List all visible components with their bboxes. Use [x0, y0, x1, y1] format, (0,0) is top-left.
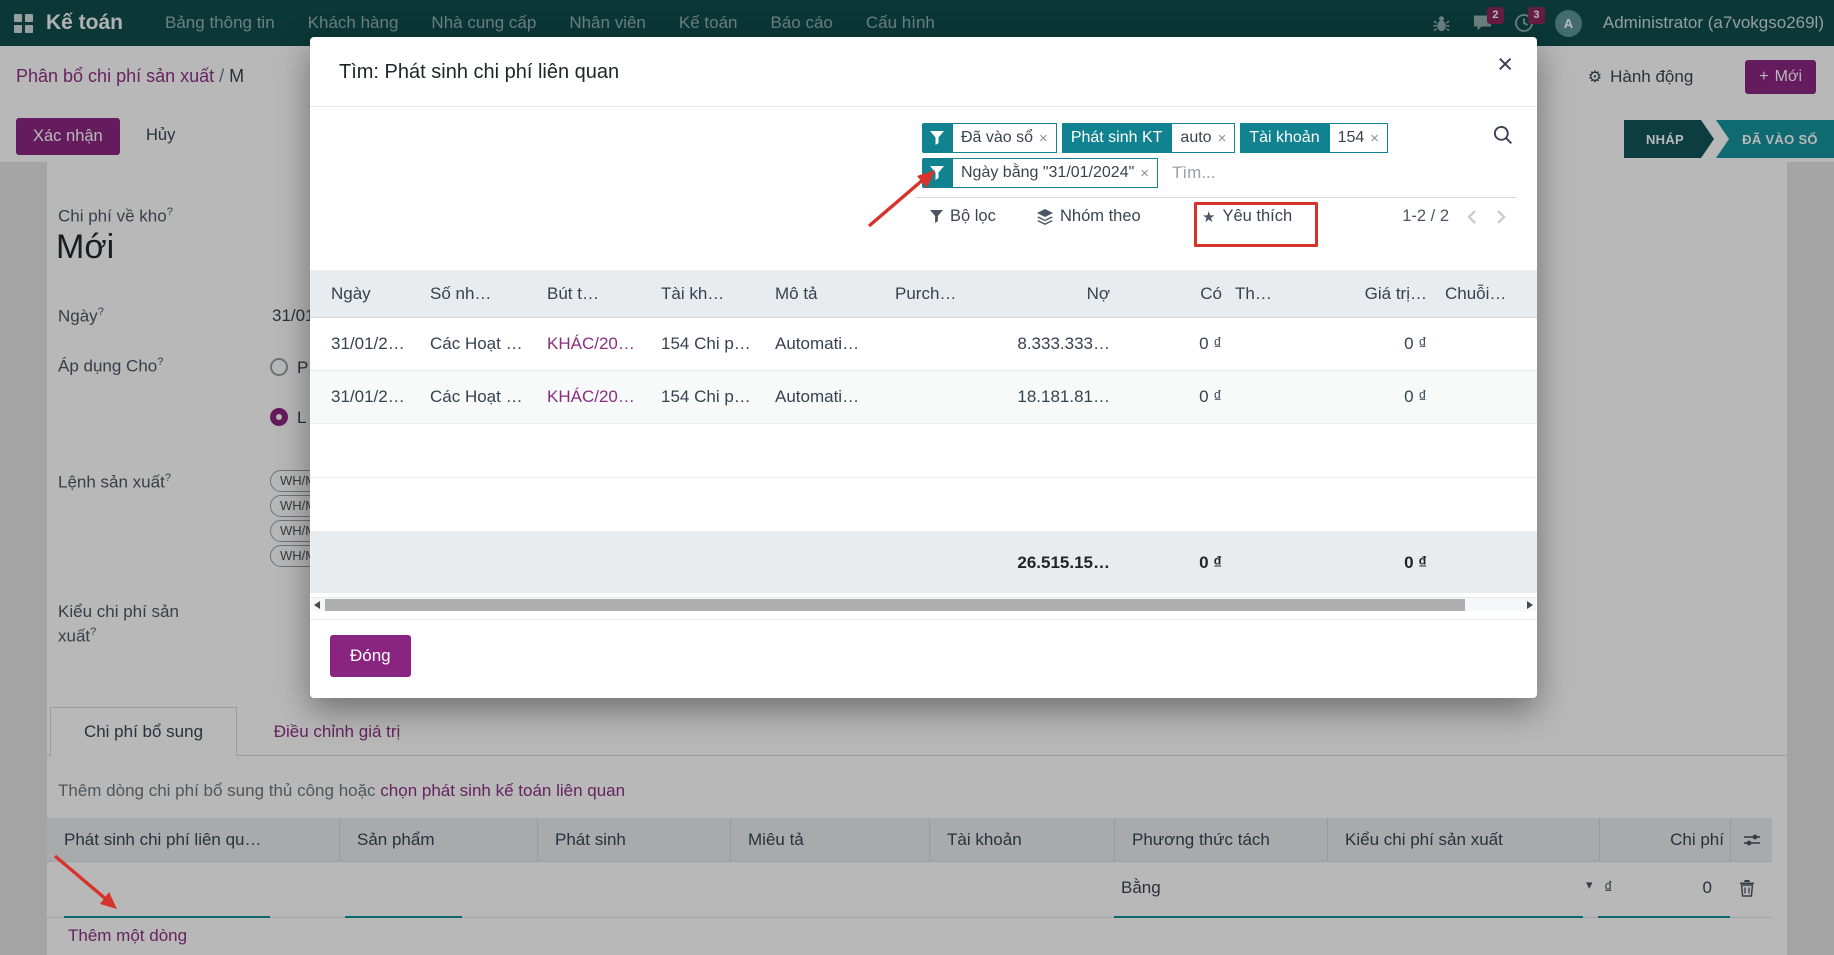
scrollbar-thumb[interactable] [325, 599, 1465, 611]
col-debit[interactable]: Nợ [1015, 284, 1110, 304]
dialog-title: Tìm: Phát sinh chi phí liên quan [339, 61, 619, 84]
cell-value: 0 ₫ [1297, 334, 1427, 354]
cell-entry-link[interactable]: KHÁC/20… [547, 334, 661, 354]
filters-button[interactable]: Bộ lọc [930, 207, 996, 226]
cell-label: Automati… [775, 387, 895, 407]
cell-date: 31/01/2… [331, 387, 430, 407]
cell-date: 31/01/2… [331, 334, 430, 354]
search-facets-row-1: Đã vào sổ × Phát sinh KT auto × Tài khoản … [922, 123, 1388, 153]
cell-journal: Các Hoạt … [430, 334, 547, 354]
dialog-footer-divider [310, 619, 1537, 620]
facet-remove-icon[interactable]: × [1039, 130, 1048, 147]
total-debit: 26.515.15… [1015, 553, 1110, 573]
empty-row [310, 478, 1537, 532]
cell-credit: 0 ₫ [1110, 387, 1222, 407]
empty-row [310, 424, 1537, 478]
facet-account-value: 154 [1338, 129, 1365, 147]
search-dialog: Tìm: Phát sinh chi phí liên quan × Đã và… [310, 37, 1537, 698]
journal-items-header: Ngày Số nh… Bút t… Tài kh… Mô tả Purch… … [310, 270, 1537, 318]
table-row[interactable]: 31/01/2… Các Hoạt … KHÁC/20… 154 Chi p… … [310, 371, 1537, 424]
col-account[interactable]: Tài kh… [661, 284, 775, 304]
favorites-button[interactable]: ★ Yêu thích [1202, 207, 1292, 226]
facet-journal-entry-label: Phát sinh KT [1062, 123, 1172, 153]
close-dialog-button[interactable]: Đóng [330, 635, 411, 677]
search-icon[interactable] [1493, 125, 1513, 150]
pager: 1-2 / 2 [1402, 207, 1507, 226]
col-sequence[interactable]: Chuỗi… [1427, 284, 1520, 304]
col-journal[interactable]: Số nh… [430, 284, 547, 304]
search-facets-row-2: Ngày bằng "31/01/2024" × [922, 158, 1322, 188]
cell-credit: 0 ₫ [1110, 334, 1222, 354]
totals-row: 26.515.15… 0 ₫ 0 ₫ [310, 532, 1537, 593]
col-label[interactable]: Mô tả [775, 284, 895, 304]
facet-account: Tài khoản 154 × [1240, 123, 1388, 153]
total-value: 0 ₫ [1297, 553, 1427, 573]
filters-label: Bộ lọc [950, 207, 996, 226]
search-input[interactable] [1172, 163, 1322, 183]
facet-date-value: Ngày bằng "31/01/2024" [961, 164, 1134, 182]
facet-journal-entry-value: auto [1180, 129, 1211, 147]
cell-account: 154 Chi p… [661, 387, 775, 407]
cell-label: Automati… [775, 334, 895, 354]
facet-date: Ngày bằng "31/01/2024" × [922, 158, 1158, 188]
col-tax[interactable]: Th… [1222, 284, 1297, 304]
col-credit[interactable]: Có [1110, 284, 1222, 304]
search-underline [915, 197, 1517, 198]
close-icon[interactable]: × [1497, 51, 1513, 78]
facet-remove-icon[interactable]: × [1218, 130, 1227, 147]
facet-account-label: Tài khoản [1240, 123, 1328, 153]
pager-range: 1-2 / 2 [1402, 207, 1449, 226]
filter-funnel-icon [922, 123, 952, 153]
dialog-header-divider [310, 106, 1537, 107]
facet-journal-entry: Phát sinh KT auto × [1062, 123, 1236, 153]
col-entry[interactable]: Bút t… [547, 284, 661, 304]
cell-debit: 18.181.81… [1015, 387, 1110, 407]
col-value[interactable]: Giá trị… [1297, 284, 1427, 304]
total-credit: 0 ₫ [1110, 553, 1222, 573]
pager-next-icon[interactable] [1495, 209, 1507, 225]
cell-value: 0 ₫ [1297, 387, 1427, 407]
group-by-button[interactable]: Nhóm theo [1037, 207, 1141, 226]
group-by-label: Nhóm theo [1060, 207, 1141, 226]
pager-previous-icon[interactable] [1466, 209, 1478, 225]
cell-entry-link[interactable]: KHÁC/20… [547, 387, 661, 407]
facet-remove-icon[interactable]: × [1140, 165, 1149, 182]
filter-funnel-icon [922, 158, 952, 188]
facet-posted: Đã vào sổ × [922, 123, 1057, 153]
col-date[interactable]: Ngày [331, 284, 430, 304]
cell-account: 154 Chi p… [661, 334, 775, 354]
facet-remove-icon[interactable]: × [1370, 130, 1379, 147]
favorites-label: Yêu thích [1222, 207, 1292, 226]
table-row[interactable]: 31/01/2… Các Hoạt … KHÁC/20… 154 Chi p… … [310, 318, 1537, 371]
scroll-right-icon[interactable] [1527, 601, 1533, 609]
cell-journal: Các Hoạt … [430, 387, 547, 407]
horizontal-scrollbar[interactable] [311, 597, 1536, 611]
star-icon: ★ [1202, 208, 1215, 226]
cell-debit: 8.333.333… [1015, 334, 1110, 354]
scroll-left-icon[interactable] [314, 601, 320, 609]
journal-items-table: Ngày Số nh… Bút t… Tài kh… Mô tả Purch… … [310, 270, 1537, 593]
col-purchase[interactable]: Purch… [895, 284, 1015, 304]
facet-posted-label: Đã vào sổ [961, 129, 1033, 147]
